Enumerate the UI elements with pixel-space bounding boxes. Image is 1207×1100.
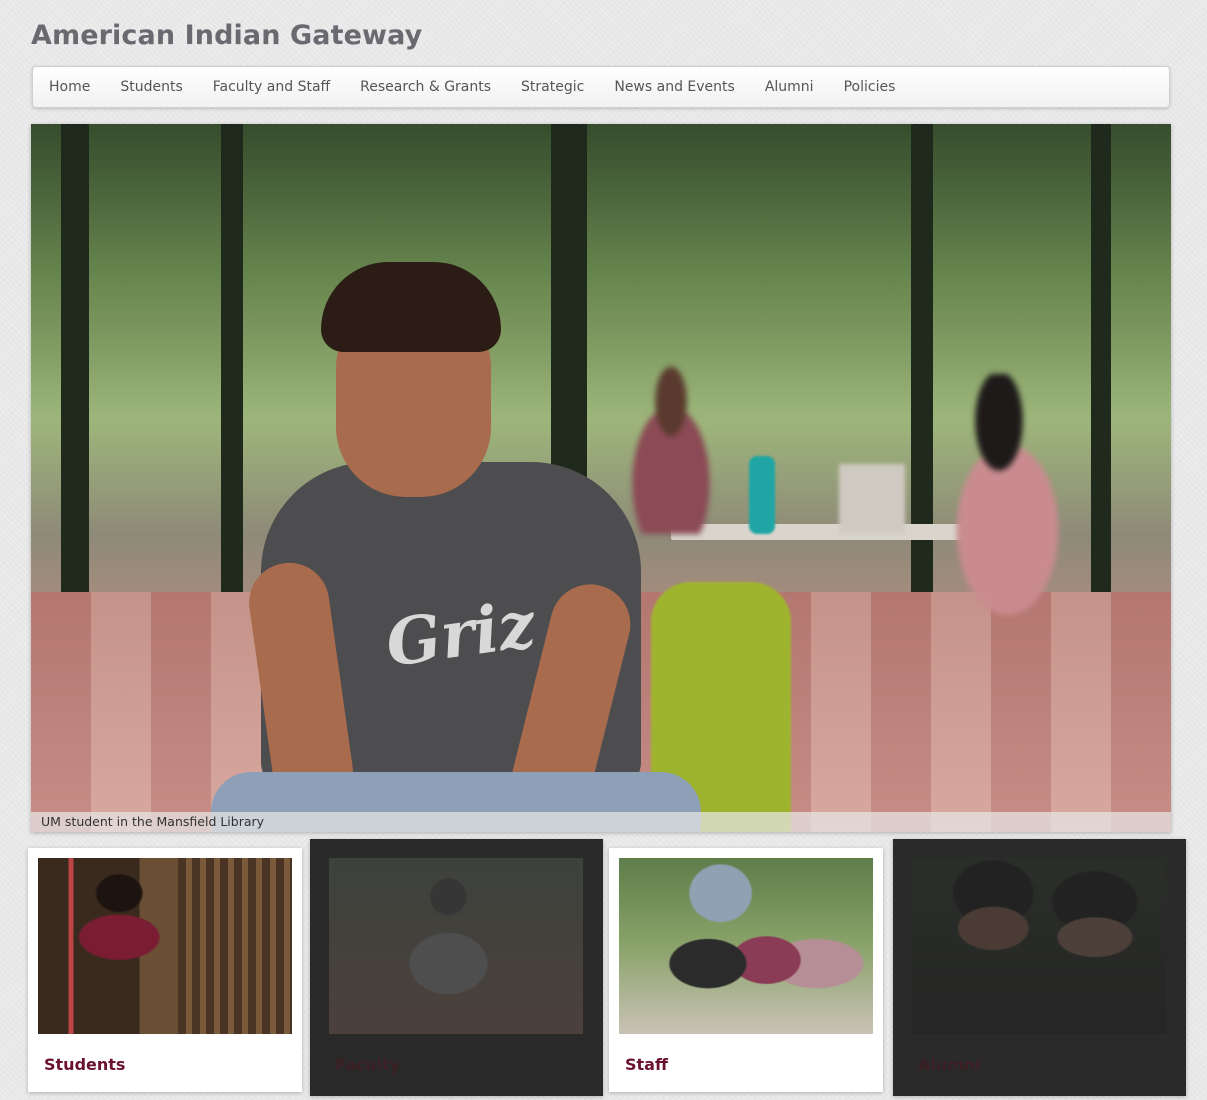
nav-item-home[interactable]: Home [34, 66, 105, 108]
card-faculty-image[interactable] [329, 858, 583, 1034]
hero-laptop [839, 464, 905, 534]
hero-student-hair [321, 262, 501, 352]
card-alumni-label[interactable]: Alumni [918, 1055, 981, 1074]
nav-item-research-grants[interactable]: Research & Grants [345, 66, 506, 108]
card-students-label[interactable]: Students [44, 1055, 125, 1074]
card-students[interactable]: Students [28, 848, 302, 1092]
nav-item-news-and-events[interactable]: News and Events [599, 66, 749, 108]
site-title[interactable]: American Indian Gateway [31, 20, 422, 51]
main-navbar: Home Students Faculty and Staff Research… [32, 66, 1170, 108]
hero-caption: UM student in the Mansfield Library [31, 812, 1171, 832]
hero-student: Griz [201, 262, 701, 832]
card-staff[interactable]: Staff [609, 848, 883, 1092]
card-alumni[interactable]: Alumni [893, 839, 1186, 1096]
card-alumni-image[interactable] [912, 858, 1166, 1034]
card-faculty-label[interactable]: Faculty [335, 1055, 400, 1074]
hero-slideshow[interactable]: Griz UM student in the Mansfield Library [31, 124, 1171, 832]
card-faculty[interactable]: Faculty [310, 839, 603, 1096]
card-staff-label[interactable]: Staff [625, 1055, 668, 1074]
hero-water-bottle [749, 456, 775, 534]
hero-background-person [931, 374, 1101, 634]
feature-cards: Students Faculty Staff Alumni [28, 839, 1186, 1096]
card-students-image[interactable] [38, 858, 292, 1034]
card-staff-image[interactable] [619, 858, 873, 1034]
nav-item-alumni[interactable]: Alumni [750, 66, 829, 108]
nav-item-faculty-and-staff[interactable]: Faculty and Staff [198, 66, 345, 108]
nav-item-students[interactable]: Students [105, 66, 197, 108]
nav-item-strategic[interactable]: Strategic [506, 66, 599, 108]
nav-item-policies[interactable]: Policies [829, 66, 911, 108]
